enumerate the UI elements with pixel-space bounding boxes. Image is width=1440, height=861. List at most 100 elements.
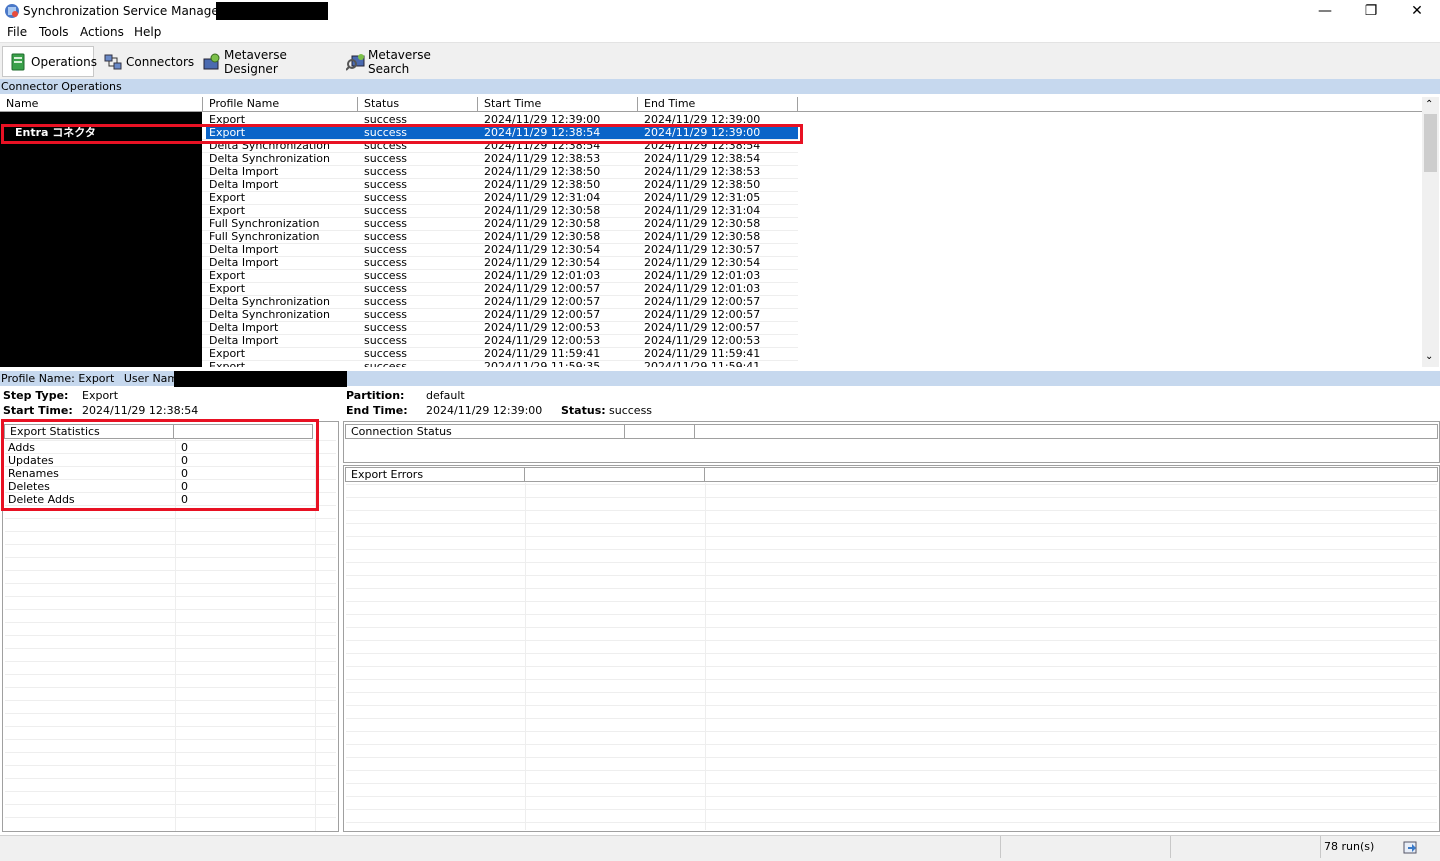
cell-end-time: 2024/11/29 12:38:53 <box>644 165 761 178</box>
status-panel-2 <box>1170 836 1320 858</box>
grid-line <box>5 804 336 805</box>
cell-start-time: 2024/11/29 12:38:53 <box>484 152 601 165</box>
cell-profile-name: Full Synchronization <box>209 230 320 243</box>
cell-end-time: 2024/11/29 12:38:54 <box>644 152 761 165</box>
table-row[interactable]: Delta Import success 2024/11/29 12:38:50 20… <box>0 178 800 191</box>
refresh-icon[interactable] <box>1402 838 1420 856</box>
table-row[interactable]: Delta Synchronization success 2024/11/29 1… <box>0 308 800 321</box>
grid-line <box>705 483 706 830</box>
connection-status-col3-header[interactable] <box>694 424 1438 439</box>
column-header-status[interactable]: Status <box>358 97 478 112</box>
connectors-icon <box>104 53 122 71</box>
scroll-up-icon[interactable]: ⌃ <box>1425 99 1433 110</box>
cell-start-time: 2024/11/29 11:59:35 <box>484 360 601 367</box>
menu-help[interactable]: Help <box>134 25 161 39</box>
scroll-down-icon[interactable]: ⌄ <box>1425 351 1433 362</box>
table-row[interactable]: Delta Synchronization success 2024/11/29 1… <box>0 152 800 165</box>
table-row[interactable]: Full Synchronization success 2024/11/29 12… <box>0 217 800 230</box>
table-row[interactable]: Export success 2024/11/29 12:00:57 2024/11/… <box>0 282 800 295</box>
grid-line <box>346 783 1437 784</box>
grid-line <box>346 614 1437 615</box>
table-row[interactable]: Delta Import success 2024/11/29 12:30:54 20… <box>0 256 800 269</box>
metaverse-designer-button[interactable]: Metaverse Designer <box>196 46 336 77</box>
operations-list[interactable]: Export success 2024/11/29 12:39:00 2024/11/… <box>0 112 1422 367</box>
grid-line <box>346 588 1437 589</box>
grid-line <box>5 726 336 727</box>
connection-status-header[interactable]: Connection Status <box>345 424 625 439</box>
cell-profile-name: Delta Import <box>209 334 279 347</box>
export-errors-header[interactable]: Export Errors <box>345 467 525 482</box>
grid-line <box>5 674 336 675</box>
grid-line <box>525 483 526 830</box>
table-row[interactable]: Delta Import success 2024/11/29 12:38:50 20… <box>0 165 800 178</box>
highlight-selected-row <box>1 124 803 144</box>
details-profile-name: Profile Name: Export <box>1 372 115 385</box>
grid-line <box>346 666 1437 667</box>
grid-line <box>5 700 336 701</box>
cell-status: success <box>364 191 408 204</box>
cell-end-time: 2024/11/29 12:30:58 <box>644 230 761 243</box>
metaverse-search-icon <box>345 53 365 71</box>
export-errors-pane[interactable] <box>343 465 1440 832</box>
export-errors-col2-header[interactable] <box>524 467 705 482</box>
table-row[interactable]: Delta Synchronization success 2024/11/29 1… <box>0 295 800 308</box>
connectors-button[interactable]: Connectors <box>98 46 194 77</box>
grid-line <box>5 557 336 558</box>
cell-end-time: 2024/11/29 11:59:41 <box>644 360 761 367</box>
cell-start-time: 2024/11/29 12:30:54 <box>484 243 601 256</box>
title-bar: Synchronization Service Manager on — ❐ ✕ <box>0 0 1440 22</box>
grid-line <box>346 744 1437 745</box>
grid-line <box>346 484 1437 485</box>
status-label: Status: <box>561 404 606 417</box>
table-row[interactable]: Export success 2024/11/29 12:31:04 2024/11/… <box>0 191 800 204</box>
table-row[interactable]: Delta Import success 2024/11/29 12:00:53 20… <box>0 334 800 347</box>
menu-actions[interactable]: Actions <box>80 25 124 39</box>
grid-line <box>5 531 336 532</box>
cell-status: success <box>364 295 408 308</box>
cell-end-time: 2024/11/29 12:01:03 <box>644 282 761 295</box>
cell-profile-name: Delta Import <box>209 178 279 191</box>
grid-line <box>346 705 1437 706</box>
grid-line <box>346 718 1437 719</box>
column-header-profile-name[interactable]: Profile Name <box>203 97 358 112</box>
grid-line <box>346 770 1437 771</box>
redacted-user-name <box>174 371 347 387</box>
end-time-label: End Time: <box>346 404 408 417</box>
table-row[interactable]: Export success 2024/11/29 11:59:41 2024/11/… <box>0 347 800 360</box>
table-row[interactable]: Export success 2024/11/29 12:01:03 2024/11/… <box>0 269 800 282</box>
table-row[interactable]: Export success 2024/11/29 11:59:35 2024/11/… <box>0 360 800 367</box>
table-row[interactable]: Delta Import success 2024/11/29 12:30:54 20… <box>0 243 800 256</box>
cell-end-time: 2024/11/29 12:00:57 <box>644 308 761 321</box>
cell-start-time: 2024/11/29 12:00:53 <box>484 321 601 334</box>
grid-line <box>5 570 336 571</box>
grid-line <box>5 596 336 597</box>
grid-line <box>5 713 336 714</box>
grid-line <box>5 661 336 662</box>
table-row[interactable]: Delta Import success 2024/11/29 12:00:53 20… <box>0 321 800 334</box>
table-row[interactable]: Full Synchronization success 2024/11/29 12… <box>0 230 800 243</box>
grid-line <box>346 549 1437 550</box>
cell-profile-name: Delta Synchronization <box>209 308 330 321</box>
grid-line <box>5 635 336 636</box>
menu-file[interactable]: File <box>7 25 27 39</box>
column-header-name[interactable]: Name <box>0 97 203 112</box>
connection-status-col2-header[interactable] <box>624 424 695 439</box>
menu-bar: File Tools Actions Help <box>0 22 1440 42</box>
restore-button[interactable]: ❐ <box>1348 0 1394 22</box>
cell-start-time: 2024/11/29 12:38:50 <box>484 165 601 178</box>
table-row[interactable]: Export success 2024/11/29 12:30:58 2024/11/… <box>0 204 800 217</box>
grid-line <box>5 765 336 766</box>
cell-end-time: 2024/11/29 12:31:05 <box>644 191 761 204</box>
close-button[interactable]: ✕ <box>1394 0 1440 22</box>
cell-start-time: 2024/11/29 12:30:58 <box>484 230 601 243</box>
menu-tools[interactable]: Tools <box>39 25 69 39</box>
export-errors-col3-header[interactable] <box>704 467 1438 482</box>
metaverse-search-button[interactable]: Metaverse Search <box>340 46 470 77</box>
cell-start-time: 2024/11/29 12:01:03 <box>484 269 601 282</box>
cell-end-time: 2024/11/29 12:30:58 <box>644 217 761 230</box>
column-header-end-time[interactable]: End Time <box>638 97 798 112</box>
minimize-button[interactable]: — <box>1302 0 1348 22</box>
column-header-start-time[interactable]: Start Time <box>478 97 638 112</box>
operations-button[interactable]: Operations <box>2 46 97 77</box>
scrollbar-thumb[interactable] <box>1424 114 1437 172</box>
